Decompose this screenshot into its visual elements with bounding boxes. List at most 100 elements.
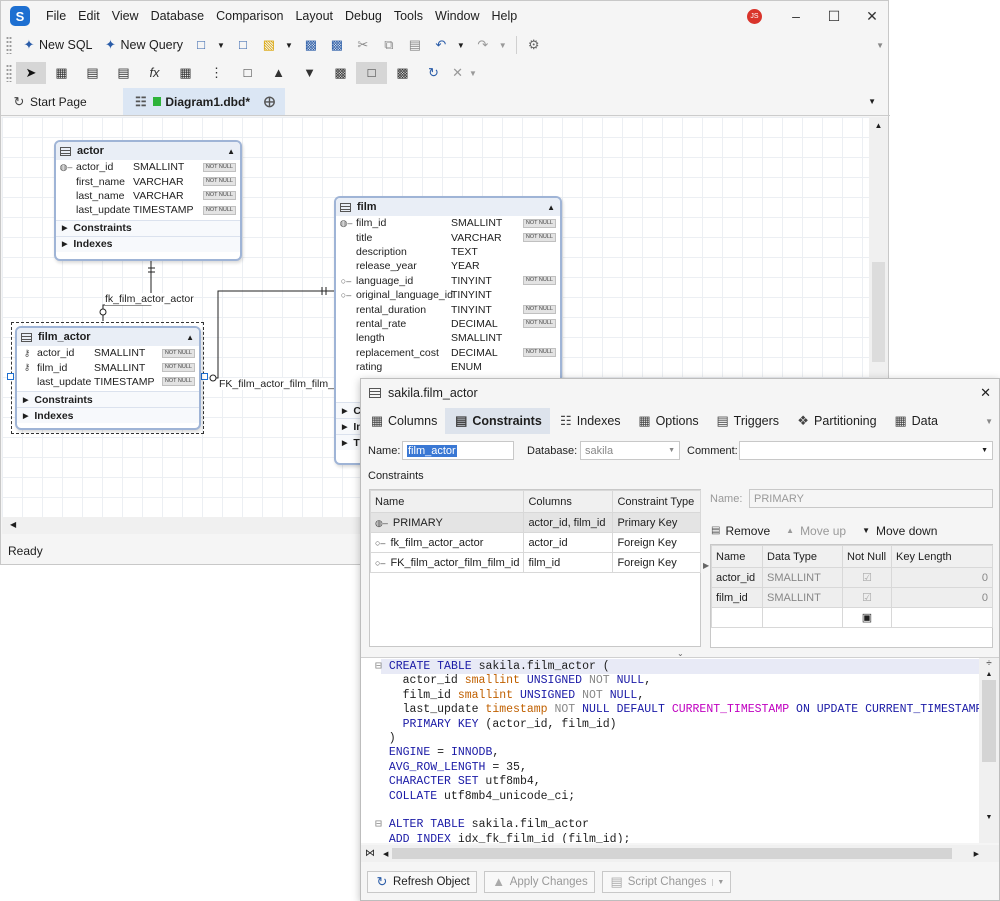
apply-changes-button[interactable]: ▲ Apply Changes [483, 871, 595, 893]
key-columns-grid[interactable]: Name Data Type Not Null Key Length actor_id… [710, 544, 993, 648]
new-row[interactable]: ▣ [711, 607, 993, 628]
tabs-overflow-icon[interactable]: ▼ [868, 97, 876, 106]
relation-label-film[interactable]: FK_film_actor_film_film_id [219, 378, 343, 390]
move-up-button[interactable]: ▲ Move up [786, 524, 846, 538]
pointer-tool[interactable]: ➤ [16, 62, 46, 84]
menu-debug[interactable]: Debug [339, 9, 388, 23]
entity-column[interactable]: rating ENUM [336, 360, 560, 374]
user-avatar[interactable]: JS [747, 8, 762, 24]
refresh-tool[interactable]: ↻ [418, 62, 449, 84]
split-view-icon[interactable]: ⋈ [365, 848, 375, 859]
key-column-name[interactable]: film_id [711, 587, 763, 608]
constraint-type[interactable]: Foreign Key [612, 552, 701, 573]
entity-column[interactable]: ⚷ film_id SMALLINT NOT NULL [17, 360, 199, 374]
container-tool[interactable]: □ [232, 62, 263, 84]
empty-cell[interactable] [891, 607, 993, 628]
tabs-overflow-icon[interactable]: ▼ [985, 417, 993, 426]
entity-header[interactable]: actor ▲ [56, 142, 240, 160]
column-header[interactable]: Data Type [762, 545, 843, 568]
entity-column[interactable]: length SMALLINT [336, 331, 560, 345]
constraints-grid[interactable]: Name Columns Constraint Type ◍– PRIMARY acto… [369, 489, 701, 647]
entity-column[interactable]: ◍– actor_id SMALLINT NOT NULL [56, 160, 240, 174]
database-select[interactable]: sakila ▼ [580, 441, 680, 460]
entity-indexes-section[interactable]: ▶ Indexes [56, 235, 240, 252]
entity-film-actor[interactable]: film_actor ▲ ⚷ actor_id SMALLINT NOT NULL ⚷ f… [15, 326, 201, 430]
column-header[interactable]: Name [369, 490, 525, 513]
image-tool[interactable]: ▩ [325, 62, 356, 84]
menu-window[interactable]: Window [429, 9, 485, 23]
entity-column[interactable]: ◍– film_id SMALLINT NOT NULL [336, 216, 560, 230]
menu-comparison[interactable]: Comparison [210, 9, 289, 23]
name-input[interactable]: film_actor [402, 441, 514, 460]
table-row[interactable]: film_id SMALLINT ☑ 0 [711, 587, 993, 608]
entity-column[interactable]: last_name VARCHAR NOT NULL [56, 189, 240, 203]
tab-columns[interactable]: ▦ Columns [361, 408, 445, 434]
code-horizontal-scrollbar[interactable]: ⋈ ◀ ▶ [361, 845, 999, 862]
constraint-columns[interactable]: actor_id, film_id [523, 512, 614, 533]
empty-cell[interactable] [762, 607, 843, 628]
dropdown-arrow-icon[interactable]: ▼ [469, 69, 477, 78]
new-object-button[interactable]: □ ▼ [188, 34, 230, 56]
tab-triggers[interactable]: ▤ Triggers [707, 408, 787, 434]
menu-help[interactable]: Help [486, 9, 524, 23]
relation-tool[interactable]: ▦ [170, 62, 201, 84]
resize-handle[interactable] [201, 373, 208, 380]
scroll-up-icon[interactable]: ▲ [979, 671, 999, 678]
tab-partitioning[interactable]: ❖ Partitioning [787, 408, 885, 434]
new-sql-button[interactable]: ✦ New SQL [16, 34, 98, 56]
column-header[interactable]: Columns [523, 490, 614, 513]
resize-handle[interactable] [7, 373, 14, 380]
scroll-right-icon[interactable]: ▶ [974, 850, 979, 858]
entity-column[interactable]: rental_rate DECIMAL NOT NULL [336, 317, 560, 331]
entity-column[interactable]: release_year YEAR [336, 259, 560, 273]
constraint-name-cell[interactable]: ○– fk_film_actor_actor [369, 532, 525, 553]
scroll-thumb[interactable] [982, 680, 996, 762]
open-button[interactable]: ▧ ▼ [256, 34, 298, 56]
entity-column[interactable]: last_update TIMESTAMP NOT NULL [17, 375, 199, 389]
undo-button[interactable]: ↶ ▼ [428, 34, 470, 56]
comment-input[interactable]: ▼ [739, 441, 993, 460]
scroll-up-icon[interactable]: ▲ [869, 121, 888, 130]
script-changes-button[interactable]: ▤ Script Changes ▼ [601, 871, 732, 893]
delete-tool[interactable]: ✕ ▼ [449, 62, 480, 84]
entity-constraints-section[interactable]: ▶ Constraints [17, 391, 199, 408]
entity-column[interactable]: last_update TIMESTAMP NOT NULL [56, 203, 240, 217]
procedure-tool[interactable]: ▤ [108, 62, 139, 84]
dropdown-arrow-icon[interactable]: ▼ [217, 41, 225, 50]
table-tool[interactable]: ▦ [46, 62, 77, 84]
constraint-name-cell[interactable]: ○– FK_film_actor_film_film_id [369, 552, 525, 573]
relation-label-actor[interactable]: fk_film_actor_actor [105, 293, 194, 305]
entity-actor[interactable]: actor ▲ ◍– actor_id SMALLINT NOT NULL first_… [54, 140, 242, 261]
scroll-thumb[interactable] [872, 262, 885, 362]
table-row[interactable]: ○– fk_film_actor_actor actor_id Foreign Key [369, 532, 701, 553]
save-all-button[interactable]: ▩ [324, 34, 350, 56]
layout-tool[interactable]: ▩ [387, 62, 418, 84]
close-icon[interactable]: ✕ [862, 8, 882, 25]
toolbar-overflow-icon[interactable]: ▼ [876, 41, 884, 50]
empty-cell[interactable] [711, 607, 763, 628]
refresh-object-button[interactable]: ↻ Refresh Object [367, 871, 477, 893]
new-query-button[interactable]: ✦ New Query [98, 34, 189, 56]
paste-button[interactable]: ▤ [402, 34, 428, 56]
dropdown-arrow-icon[interactable]: ▼ [285, 41, 293, 50]
dropdown-arrow-icon[interactable]: ▼ [981, 447, 988, 454]
function-tool[interactable]: fx [139, 62, 170, 84]
key-column-name[interactable]: actor_id [711, 567, 763, 588]
dropdown-arrow-icon[interactable]: ▼ [712, 878, 724, 886]
not-null-checkbox[interactable]: ▣ [842, 607, 892, 628]
note-tool[interactable]: □ [356, 62, 387, 84]
entity-indexes-section[interactable]: ▶ Indexes [17, 407, 199, 424]
constraint-type[interactable]: Foreign Key [612, 532, 701, 553]
tab-diagram[interactable]: ☷ Diagram1.dbd* ⨁ [123, 88, 285, 115]
tab-close-icon[interactable]: ⨁ [264, 95, 275, 108]
close-icon[interactable]: ✕ [980, 385, 991, 401]
save-button[interactable]: ▩ [298, 34, 324, 56]
collapse-icon[interactable]: ▲ [186, 333, 194, 342]
entity-column[interactable]: rental_duration TINYINT NOT NULL [336, 302, 560, 316]
stamp-tool[interactable]: ▲ [263, 62, 294, 84]
constraint-columns[interactable]: actor_id [523, 532, 614, 553]
entity-column[interactable]: ○– language_id TINYINT NOT NULL [336, 274, 560, 288]
entity-column[interactable]: title VARCHAR NOT NULL [336, 230, 560, 244]
toolbar-grip[interactable] [6, 64, 12, 82]
tab-data[interactable]: ▦ Data [885, 408, 946, 434]
